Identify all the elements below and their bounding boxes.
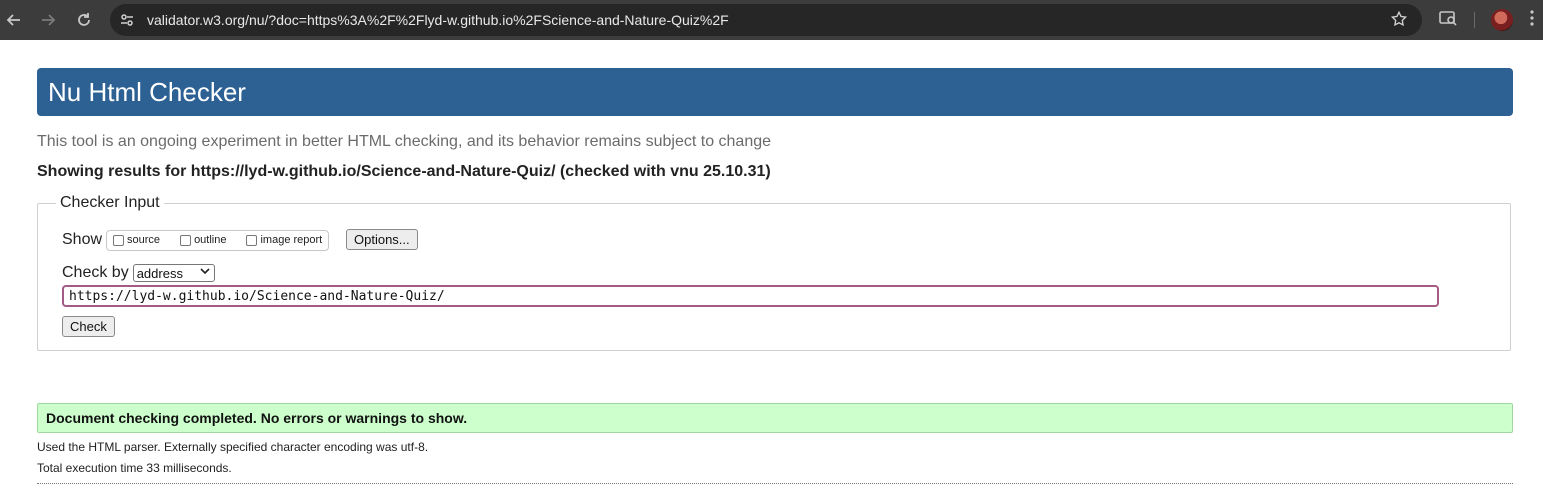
page-title: Nu Html Checker (48, 77, 246, 107)
checker-input-fieldset: Checker Input (37, 194, 1511, 351)
avatar[interactable] (1491, 9, 1513, 31)
address-bar-url: validator.w3.org/nu/?doc=https%3A%2F%2Fl… (147, 12, 729, 28)
show-options-group: source outline image report (106, 229, 330, 251)
show-options-row: Show source outline image report (62, 229, 330, 251)
source-checkbox-label[interactable]: source (127, 234, 160, 246)
document-url-input[interactable]: https://lyd-w.github.io/Science-and-Natu… (62, 285, 1439, 307)
site-settings-icon[interactable] (118, 11, 136, 29)
arrow-right-icon (42, 14, 56, 26)
chevron-down-icon (200, 266, 210, 279)
outline-checkbox[interactable] (180, 234, 192, 246)
success-message: Document checking completed. No errors o… (37, 403, 1513, 433)
options-button[interactable]: Options... (346, 229, 418, 250)
source-checkbox[interactable] (113, 234, 125, 246)
check-by-select[interactable]: address (132, 264, 215, 282)
image-report-checkbox[interactable] (246, 234, 258, 246)
show-label: Show (62, 231, 103, 248)
reload-button[interactable] (70, 6, 98, 34)
toolbar-divider (1474, 12, 1475, 28)
checker-input-legend: Checker Input (60, 194, 160, 211)
execution-time: Total execution time 33 milliseconds. (37, 461, 232, 475)
reload-icon (78, 13, 90, 26)
check-by-row: Check by address (62, 262, 215, 284)
forward-button[interactable] (34, 6, 62, 34)
check-button[interactable]: Check (62, 316, 115, 337)
page-header: Nu Html Checker (37, 68, 1513, 116)
back-button[interactable] (0, 6, 28, 34)
outline-checkbox-label[interactable]: outline (194, 234, 226, 246)
browser-toolbar: validator.w3.org/nu/?doc=https%3A%2F%2Fl… (0, 0, 1543, 40)
check-by-selected-value: address (136, 265, 183, 281)
kebab-menu-icon[interactable] (1530, 10, 1534, 26)
arrow-left-icon (6, 14, 20, 26)
tagline: This tool is an ongoing experiment in be… (37, 133, 772, 150)
image-report-checkbox-label[interactable]: image report (260, 234, 322, 246)
url-path: /nu/?doc=https%3A%2F%2Flyd-w.github.io%2… (245, 12, 729, 28)
check-by-label: Check by (62, 264, 129, 281)
address-bar[interactable]: validator.w3.org/nu/?doc=https%3A%2F%2Fl… (110, 4, 1422, 36)
parser-info: Used the HTML parser. Externally specifi… (37, 440, 429, 454)
divider (37, 483, 1513, 484)
url-host: validator.w3.org (147, 12, 246, 28)
star-icon[interactable] (1390, 10, 1408, 33)
showing-results-heading: Showing results for https://lyd-w.github… (37, 163, 771, 180)
tab-search-icon[interactable] (1438, 8, 1458, 33)
